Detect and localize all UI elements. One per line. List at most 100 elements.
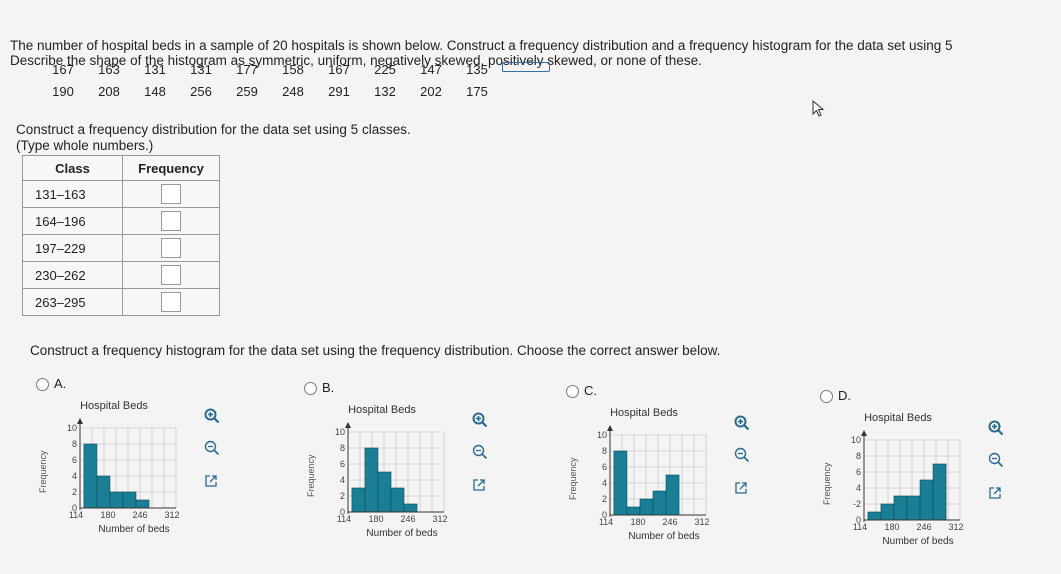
histogram-bar <box>403 503 418 513</box>
y-tick-label: -2 <box>853 499 861 509</box>
option-radio-button[interactable] <box>36 378 49 391</box>
x-tick-label: 114 <box>853 522 867 532</box>
zoom-out-icon[interactable] <box>988 452 1004 473</box>
zoom-in-icon[interactable] <box>204 408 220 429</box>
frequency-input[interactable] <box>161 238 181 258</box>
frequency-input[interactable] <box>161 265 181 285</box>
x-tick-label: 246 <box>662 517 677 527</box>
x-tick-label: 312 <box>694 517 709 527</box>
data-value: 167 <box>52 62 74 77</box>
question-text-line1: The number of hospital beds in a sample … <box>10 38 953 53</box>
y-tick-label: 2 <box>602 494 607 504</box>
class-cell: 197–229 <box>22 234 123 262</box>
y-tick-label: 8 <box>856 451 861 461</box>
histogram-bar <box>880 503 895 521</box>
data-value: 291 <box>328 84 350 99</box>
zoom-out-icon[interactable] <box>204 440 220 461</box>
y-axis-label: Frequency <box>568 457 578 500</box>
data-value: 148 <box>144 84 166 99</box>
histogram-title: Hospital Beds <box>80 400 148 412</box>
histogram-bar <box>83 443 98 509</box>
y-tick-label: 6 <box>856 467 861 477</box>
x-tick-label: 246 <box>400 514 415 524</box>
copy-data-icon[interactable] <box>502 62 550 72</box>
y-axis-label: Frequency <box>38 450 48 493</box>
zoom-in-icon[interactable] <box>988 420 1004 441</box>
histogram-bar <box>932 463 947 521</box>
data-value: 175 <box>466 84 488 99</box>
data-value: 158 <box>282 62 304 77</box>
frequency-header: Frequency <box>122 155 220 181</box>
x-tick-label: 114 <box>337 514 351 524</box>
zoom-out-icon[interactable] <box>472 444 488 465</box>
histogram-bar <box>626 506 641 516</box>
data-value: 163 <box>98 62 120 77</box>
y-tick-label: 4 <box>72 471 77 481</box>
open-new-window-icon[interactable] <box>988 486 1002 505</box>
zoom-out-icon[interactable] <box>734 447 750 468</box>
histogram-bar <box>364 447 379 513</box>
histogram-bar <box>122 491 137 509</box>
x-tick-label: 114 <box>599 517 613 527</box>
mouse-cursor-icon <box>812 99 826 123</box>
histogram-bar <box>351 487 366 513</box>
y-tick-label: 8 <box>602 446 607 456</box>
part2-prompt: Construct a frequency histogram for the … <box>30 343 721 358</box>
y-tick-label: 10 <box>597 430 607 440</box>
y-axis-label: Frequency <box>306 454 316 497</box>
open-new-window-icon[interactable] <box>734 481 748 500</box>
frequency-input[interactable] <box>161 211 181 231</box>
histogram-title: Hospital Beds <box>610 407 678 419</box>
option-label: D. <box>838 388 851 403</box>
data-value: 177 <box>236 62 258 77</box>
option-label: C. <box>584 383 597 398</box>
histogram-chart: 10864-20114 180 246 312 <box>851 430 964 532</box>
class-cell: 164–196 <box>22 207 123 235</box>
option-radio-button[interactable] <box>566 385 579 398</box>
option-label: A. <box>54 376 67 391</box>
open-new-window-icon[interactable] <box>472 478 486 497</box>
answer-option[interactable]: B. Hospital Beds Frequency 10 8 6 4 2 0 114 180 246… <box>304 380 544 552</box>
data-value: 131 <box>144 62 166 77</box>
frequency-input[interactable] <box>161 184 181 204</box>
option-radio-button[interactable] <box>820 390 833 403</box>
histogram-bar <box>390 487 405 513</box>
data-value: 202 <box>420 84 442 99</box>
option-radio-button[interactable] <box>304 382 317 395</box>
part1-prompt: Construct a frequency distribution for t… <box>16 122 411 137</box>
histogram-bar <box>135 499 150 509</box>
class-cell: 263–295 <box>22 288 123 316</box>
answer-option[interactable]: A. Hospital Beds Frequency 10 8 6 4 2 0 114 180 246… <box>36 376 276 548</box>
table-row: 197–229 <box>22 234 220 262</box>
answer-option[interactable]: D. Hospital Beds Frequency 10 8 6 4 -2 0 114 180 24… <box>820 388 1060 560</box>
class-header: Class <box>22 155 123 181</box>
x-tick-label: 180 <box>884 522 899 532</box>
histogram-bar <box>867 511 882 521</box>
y-tick-label: 10 <box>851 435 861 445</box>
y-axis-arrow <box>607 425 613 431</box>
frequency-input[interactable] <box>161 292 181 312</box>
frequency-table: Class Frequency 131–163 164–196 197–229 … <box>22 155 220 316</box>
y-tick-label: 2 <box>72 487 77 497</box>
x-axis-label: Number of beds <box>366 528 438 539</box>
histogram-bar <box>665 474 680 516</box>
table-row: 131–163 <box>22 180 220 208</box>
x-tick-label: 180 <box>630 517 645 527</box>
x-tick-label: 312 <box>432 514 447 524</box>
zoom-in-icon[interactable] <box>472 412 488 433</box>
y-tick-label: 8 <box>340 443 345 453</box>
x-tick-label: 180 <box>368 514 383 524</box>
data-row-2: 190 208 148 256 259 248 291 132 202 175 <box>40 84 500 99</box>
histogram-chart: 1086420114 180 246 312 <box>335 422 448 524</box>
data-value: 167 <box>328 62 350 77</box>
histogram-chart: 1086420114 180 246 312 <box>597 425 710 527</box>
y-tick-label: 10 <box>335 427 345 437</box>
table-row: 164–196 <box>22 207 220 235</box>
x-tick-label: 312 <box>164 510 179 520</box>
open-new-window-icon[interactable] <box>204 474 218 493</box>
answer-option[interactable]: C. Hospital Beds Frequency 10 8 6 4 2 0 114 180 246… <box>566 383 806 555</box>
data-value: 147 <box>420 62 442 77</box>
y-tick-label: 6 <box>72 455 77 465</box>
data-value: 259 <box>236 84 258 99</box>
zoom-in-icon[interactable] <box>734 415 750 436</box>
